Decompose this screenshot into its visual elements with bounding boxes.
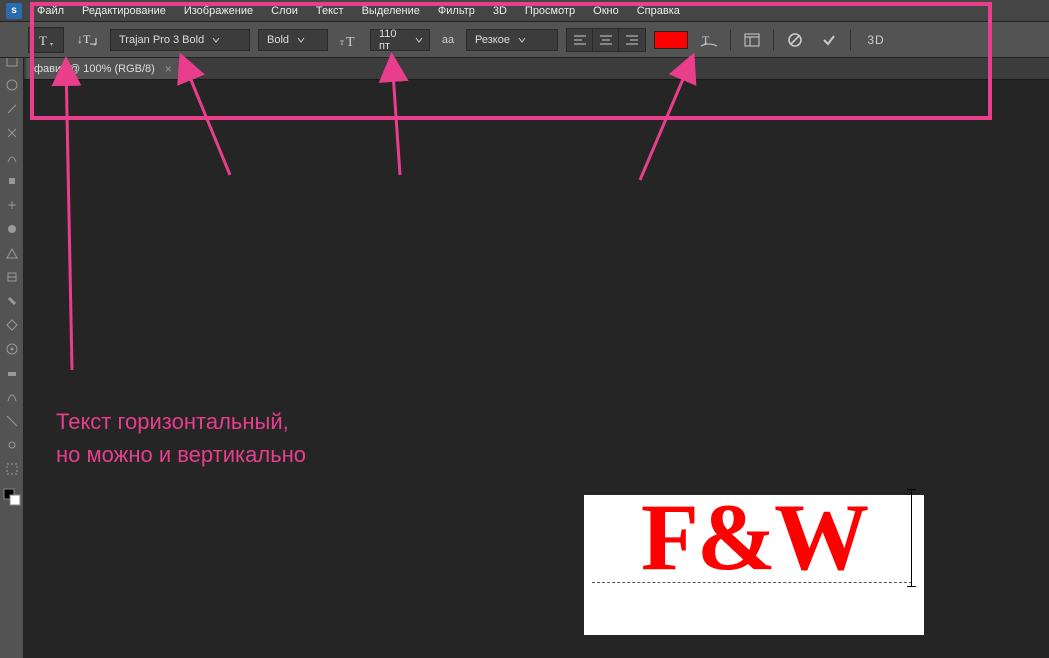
- commit-button[interactable]: [816, 29, 842, 51]
- tool-slot-17[interactable]: [1, 434, 23, 456]
- tool-slot-10[interactable]: [1, 266, 23, 288]
- menu-edit[interactable]: Редактирование: [73, 0, 175, 22]
- app-logo: s: [6, 3, 22, 19]
- separator: [730, 29, 731, 51]
- tool-slot-colors[interactable]: [1, 482, 23, 512]
- menu-image[interactable]: Изображение: [175, 0, 262, 22]
- menu-window[interactable]: Окно: [584, 0, 628, 22]
- separator: [773, 29, 774, 51]
- font-family-value: Trajan Pro 3 Bold: [119, 34, 204, 46]
- menu-filter[interactable]: Фильтр: [429, 0, 484, 22]
- menu-layers[interactable]: Слои: [262, 0, 307, 22]
- align-center-button[interactable]: [593, 29, 619, 51]
- 3d-button[interactable]: 3D: [859, 29, 893, 51]
- menu-file[interactable]: Файл: [28, 0, 73, 22]
- cancel-button[interactable]: [782, 29, 808, 51]
- tool-slot-7[interactable]: [1, 194, 23, 216]
- tool-slot-18[interactable]: [1, 458, 23, 480]
- svg-text:T: T: [346, 35, 355, 50]
- annotation-line2: но можно и вертикально: [56, 438, 306, 471]
- options-bar: T ↓T Trajan Pro 3 Bold Bold тT 110 пт aа…: [0, 22, 1049, 58]
- tool-slot-8[interactable]: [1, 218, 23, 240]
- menu-3d[interactable]: 3D: [484, 0, 516, 22]
- text-color-swatch[interactable]: [654, 31, 688, 49]
- document-tab-bar: фавик @ 100% (RGB/8) ×: [0, 58, 1049, 80]
- tool-slot-15[interactable]: [1, 386, 23, 408]
- tool-slot-6[interactable]: [1, 170, 23, 192]
- tool-slot-11[interactable]: [1, 290, 23, 312]
- chevron-down-icon: [210, 34, 222, 46]
- text-baseline-guide: [592, 582, 912, 583]
- svg-text:↓T: ↓T: [77, 32, 91, 46]
- tool-slot-5[interactable]: [1, 146, 23, 168]
- document-tab[interactable]: фавик @ 100% (RGB/8) ×: [26, 57, 181, 79]
- tool-slot-16[interactable]: [1, 410, 23, 432]
- antialias-value: Резкое: [475, 34, 510, 46]
- tools-panel: T: [0, 22, 24, 658]
- tool-slot-2[interactable]: [1, 74, 23, 96]
- menu-select[interactable]: Выделение: [353, 0, 429, 22]
- font-size-dropdown[interactable]: 110 пт: [370, 29, 430, 51]
- antialias-icon: aа: [438, 29, 458, 51]
- text-orientation-toggle[interactable]: ↓T: [72, 27, 102, 53]
- menu-bar: s Файл Редактирование Изображение Слои Т…: [0, 0, 1049, 22]
- canvas-text-layer[interactable]: F&W: [641, 495, 867, 581]
- tool-preset-picker[interactable]: T: [28, 27, 64, 53]
- chevron-down-icon: [414, 34, 425, 46]
- close-icon[interactable]: ×: [165, 62, 172, 76]
- menu-text[interactable]: Текст: [307, 0, 353, 22]
- font-size-icon: тT: [336, 29, 362, 51]
- annotation-text: Текст горизонтальный, но можно и вертика…: [56, 405, 306, 471]
- text-align-group: [566, 28, 646, 52]
- chevron-down-icon: [516, 34, 528, 46]
- svg-text:т: т: [340, 37, 344, 47]
- text-cursor: [911, 489, 912, 587]
- warp-text-button[interactable]: T: [696, 29, 722, 51]
- align-left-button[interactable]: [567, 29, 593, 51]
- annotation-line1: Текст горизонтальный,: [56, 405, 306, 438]
- menu-help[interactable]: Справка: [628, 0, 689, 22]
- document-canvas[interactable]: F&W: [584, 495, 924, 635]
- align-right-button[interactable]: [619, 29, 645, 51]
- canvas-area[interactable]: F&W: [24, 80, 1049, 658]
- separator: [850, 29, 851, 51]
- font-weight-value: Bold: [267, 34, 289, 46]
- font-family-dropdown[interactable]: Trajan Pro 3 Bold: [110, 29, 250, 51]
- tool-slot-3[interactable]: [1, 98, 23, 120]
- document-tab-title: фавик @ 100% (RGB/8): [34, 63, 155, 75]
- chevron-down-icon: [295, 34, 307, 46]
- tool-slot-4[interactable]: [1, 122, 23, 144]
- tool-slot-14[interactable]: [1, 362, 23, 384]
- tool-slot-12[interactable]: [1, 314, 23, 336]
- menu-view[interactable]: Просмотр: [516, 0, 584, 22]
- antialias-dropdown[interactable]: Резкое: [466, 29, 558, 51]
- font-size-value: 110 пт: [379, 28, 408, 52]
- tool-slot-13[interactable]: [1, 338, 23, 360]
- character-panel-button[interactable]: [739, 29, 765, 51]
- tool-slot-9[interactable]: [1, 242, 23, 264]
- font-weight-dropdown[interactable]: Bold: [258, 29, 328, 51]
- svg-text:T: T: [39, 33, 47, 48]
